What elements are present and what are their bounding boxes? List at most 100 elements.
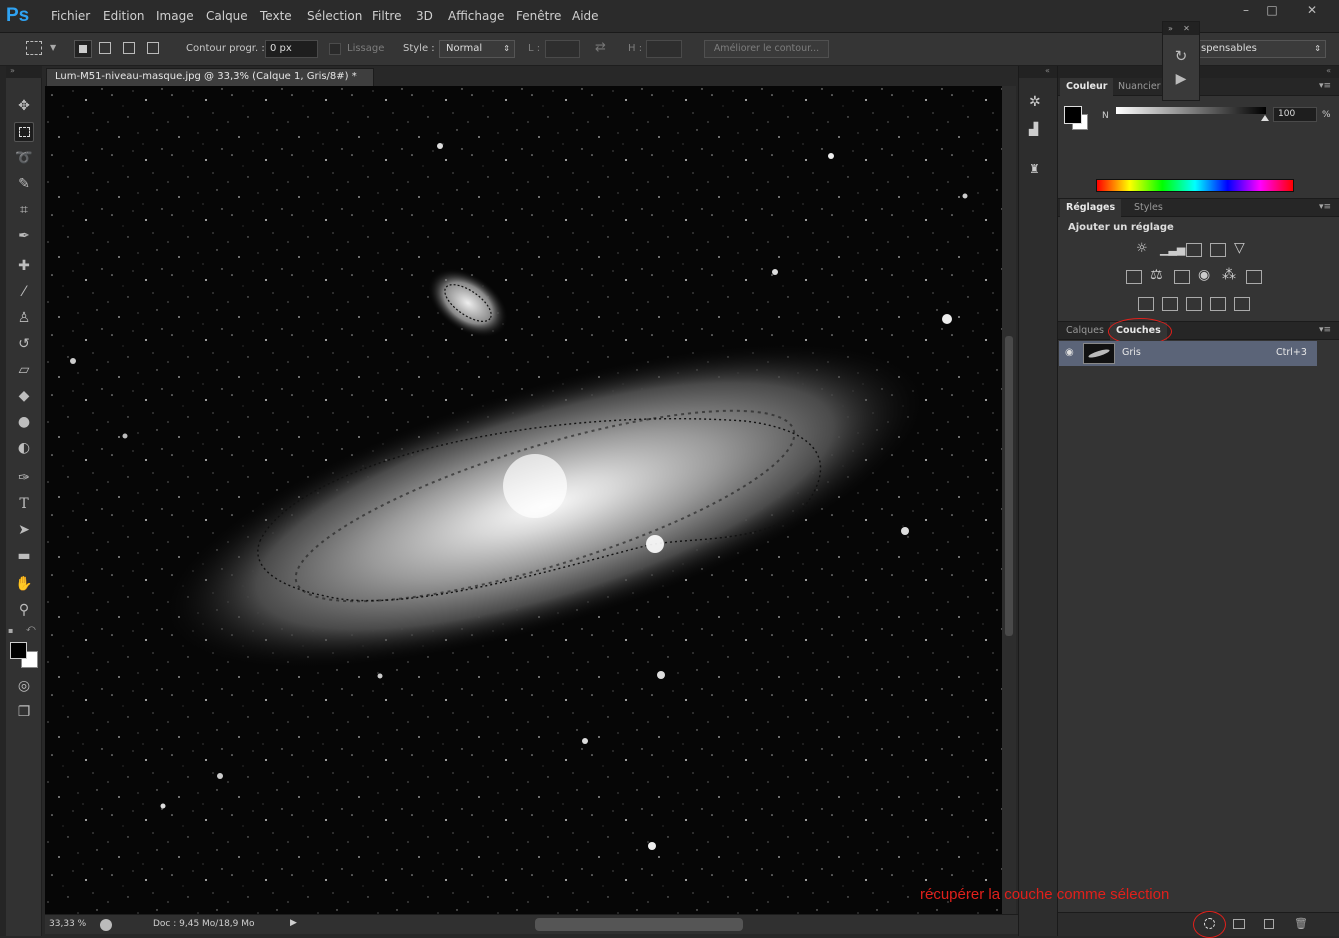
eye-icon[interactable]: ◉ [1065, 347, 1074, 358]
exposure-icon[interactable] [1210, 243, 1226, 257]
zoom-icon[interactable]: ⚲ [14, 600, 34, 620]
subtract-selection-icon[interactable] [123, 42, 135, 54]
posterize-icon[interactable] [1162, 297, 1178, 311]
hand-icon[interactable]: ✋ [14, 574, 34, 594]
histogram-icon[interactable]: ▟ [1029, 122, 1038, 136]
healing-icon[interactable]: ✚ [14, 256, 34, 276]
menu-calque[interactable]: Calque [206, 9, 248, 23]
color-lookup-icon[interactable] [1246, 270, 1262, 284]
tab-couleur[interactable]: Couleur [1060, 78, 1114, 96]
play-icon[interactable]: ▶ [1163, 71, 1199, 87]
menu-image[interactable]: Image [156, 9, 194, 23]
new-selection-icon[interactable] [74, 40, 92, 58]
brush-icon[interactable]: ⁄ [14, 282, 34, 302]
close-button[interactable]: ✕ [1297, 2, 1327, 18]
menu-3d[interactable]: 3D [416, 9, 433, 23]
blur-icon[interactable]: ● [14, 412, 34, 432]
marquee-icon[interactable] [14, 122, 34, 142]
antialias-checkbox[interactable] [329, 43, 341, 55]
menu-filtre[interactable]: Filtre [372, 9, 401, 23]
default-colors-icon[interactable]: ▪ [8, 626, 13, 635]
menu-edition[interactable]: Edition [103, 9, 145, 23]
brightness-icon[interactable]: ☼ [1136, 241, 1148, 256]
crop-icon[interactable]: ⌗ [14, 200, 34, 220]
path-select-icon[interactable]: ➤ [14, 520, 34, 540]
tab-styles[interactable]: Styles [1128, 199, 1169, 217]
gray-value-input[interactable]: 100 [1273, 107, 1317, 122]
toolbox-collapse[interactable]: » [6, 66, 42, 78]
floating-panel-header[interactable]: » ✕ [1163, 22, 1199, 35]
quick-select-icon[interactable]: ✎ [14, 174, 34, 194]
feather-input[interactable]: 0 px [265, 40, 318, 58]
bucket-icon[interactable]: ◆ [14, 386, 34, 406]
maximize-button[interactable]: □ [1260, 2, 1284, 18]
type-icon[interactable]: T [14, 494, 34, 514]
pen-icon[interactable]: ✑ [14, 468, 34, 488]
lasso-icon[interactable]: ➰ [14, 148, 34, 168]
new-channel-icon[interactable] [1264, 919, 1274, 929]
save-selection-icon[interactable] [1233, 919, 1245, 929]
channel-mixer-icon[interactable]: ⁂ [1222, 267, 1236, 283]
panel-menu-icon[interactable]: ▾≡ [1319, 325, 1331, 335]
menu-aide[interactable]: Aide [572, 9, 599, 23]
minimize-button[interactable]: – [1234, 2, 1258, 18]
tab-nuancier[interactable]: Nuancier [1112, 78, 1167, 96]
threshold-icon[interactable] [1186, 297, 1202, 311]
clone-source-icon[interactable]: ♜ [1029, 162, 1040, 176]
add-selection-icon[interactable] [99, 42, 111, 54]
selective-color-icon[interactable] [1210, 297, 1226, 311]
color-fg-swatch[interactable] [1064, 106, 1082, 124]
black-white-icon[interactable] [1174, 270, 1190, 284]
channel-row-gris[interactable]: ◉ Gris Ctrl+3 [1059, 341, 1317, 366]
eraser-icon[interactable]: ▱ [14, 360, 34, 380]
menu-affichage[interactable]: Affichage [448, 9, 504, 23]
history-brush-icon[interactable]: ↺ [14, 334, 34, 354]
intersect-selection-icon[interactable] [147, 42, 159, 54]
vertical-scrollbar[interactable] [1002, 86, 1016, 914]
swap-icon[interactable]: ⇄ [595, 40, 606, 55]
chevron-down-icon[interactable]: ▼ [50, 43, 56, 52]
zoom-level[interactable]: 33,33 % [49, 919, 86, 929]
menu-fichier[interactable]: Fichier [51, 9, 90, 23]
document-tab[interactable]: Lum-M51-niveau-masque.jpg @ 33,3% (Calqu… [46, 68, 374, 86]
vibrance-icon[interactable]: ▽ [1234, 240, 1245, 256]
tab-reglages[interactable]: Réglages [1060, 199, 1122, 217]
icon-column-collapse[interactable]: « [1019, 66, 1057, 78]
workspace-select[interactable]: spensables ⇕ [1190, 40, 1326, 58]
dodge-icon[interactable]: ◐ [14, 438, 34, 458]
slider-thumb[interactable] [1261, 115, 1269, 121]
panel-menu-icon[interactable]: ▾≡ [1319, 202, 1331, 212]
document-canvas[interactable] [45, 86, 1002, 914]
color-balance-icon[interactable]: ⚖ [1150, 267, 1163, 283]
width-input[interactable] [545, 40, 580, 58]
eyedropper-icon[interactable]: ✒ [14, 226, 34, 246]
navigator-icon[interactable]: ✲ [1029, 94, 1041, 110]
menu-selection[interactable]: Sélection [307, 9, 362, 23]
vertical-scroll-thumb[interactable] [1005, 336, 1013, 636]
menu-fenetre[interactable]: Fenêtre [516, 9, 561, 23]
status-icon[interactable] [100, 919, 112, 931]
screen-mode-icon[interactable]: ❐ [14, 702, 34, 722]
photo-filter-icon[interactable]: ◉ [1198, 267, 1210, 283]
levels-icon[interactable]: ▁▃▅ [1160, 243, 1185, 256]
refine-edge-button[interactable]: Améliorer le contour... [704, 40, 829, 58]
tab-calques[interactable]: Calques [1060, 322, 1110, 340]
panel-menu-icon[interactable]: ▾≡ [1319, 81, 1331, 91]
marquee-preset-icon[interactable] [26, 41, 42, 55]
hue-saturation-icon[interactable] [1126, 270, 1142, 284]
swap-colors-icon[interactable]: ⤺ [26, 624, 36, 634]
invert-icon[interactable] [1138, 297, 1154, 311]
foreground-color-swatch[interactable] [10, 642, 27, 659]
status-arrow-icon[interactable]: ▶ [290, 918, 297, 928]
move-icon[interactable]: ✥ [14, 96, 34, 116]
curves-icon[interactable] [1186, 243, 1202, 257]
shape-icon[interactable]: ▬ [14, 546, 34, 566]
style-select[interactable]: Normal ⇕ [439, 40, 515, 58]
stamp-icon[interactable]: ♙ [14, 308, 34, 328]
history-icon[interactable]: ↻ [1163, 47, 1199, 65]
quick-mask-icon[interactable]: ◎ [14, 676, 34, 696]
menu-texte[interactable]: Texte [260, 9, 292, 23]
gray-slider[interactable] [1116, 107, 1266, 114]
height-input[interactable] [646, 40, 682, 58]
color-spectrum-ramp[interactable] [1096, 179, 1294, 192]
